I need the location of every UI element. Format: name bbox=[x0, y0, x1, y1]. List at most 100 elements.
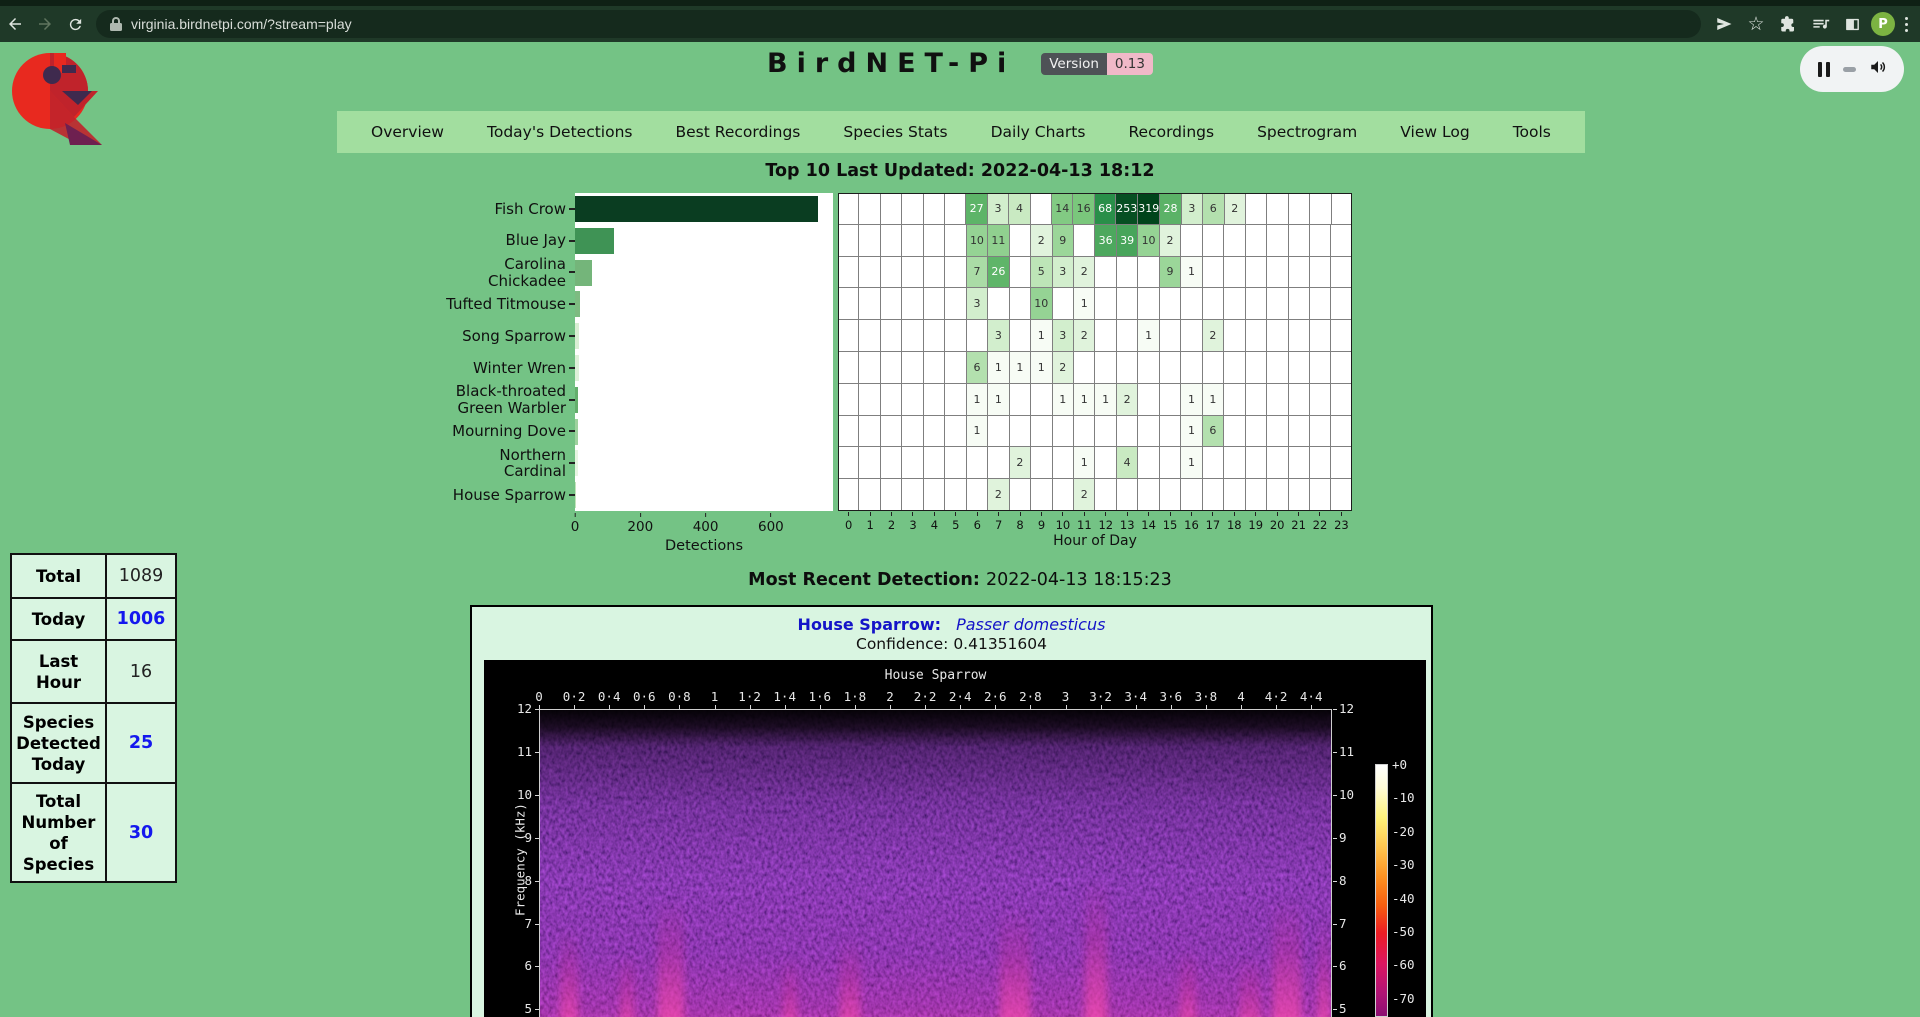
menu-item-tools[interactable]: Tools bbox=[1513, 123, 1551, 141]
heat-cell bbox=[1267, 447, 1288, 479]
detections-bar bbox=[575, 260, 592, 286]
extensions-icon[interactable] bbox=[1775, 9, 1801, 39]
hour-axis-tick: 8 bbox=[1009, 512, 1030, 532]
heat-cell bbox=[1289, 193, 1310, 225]
media-controls-icon[interactable] bbox=[1807, 9, 1833, 39]
url-bar[interactable]: virginia.birdnetpi.com/?stream=play bbox=[96, 10, 1701, 38]
hour-axis-tick: 14 bbox=[1138, 512, 1159, 532]
side-panel-icon[interactable] bbox=[1839, 9, 1865, 39]
heat-cell bbox=[1138, 352, 1159, 384]
stats-label: Species Detected Today bbox=[11, 703, 106, 783]
species-label: Mourning Dove bbox=[452, 423, 566, 440]
back-icon[interactable] bbox=[0, 9, 30, 39]
heat-cell bbox=[1331, 257, 1351, 289]
menu-item-view-log[interactable]: View Log bbox=[1400, 123, 1469, 141]
chart-row-winter-wren: Winter Wren61112 bbox=[437, 352, 1352, 384]
star-icon[interactable]: ☆ bbox=[1743, 9, 1769, 39]
hour-axis-tick: 23 bbox=[1331, 512, 1352, 532]
url-text: virginia.birdnetpi.com/?stream=play bbox=[131, 16, 352, 32]
freq-tick-label: 5 bbox=[1339, 1001, 1375, 1016]
menu-item-species-stats[interactable]: Species Stats bbox=[843, 123, 947, 141]
species-label: Blue Jay bbox=[506, 232, 566, 249]
detections-bar bbox=[575, 419, 578, 445]
heat-cell bbox=[1203, 352, 1224, 384]
heat-cell bbox=[1267, 257, 1288, 289]
heat-cell: 1 bbox=[1203, 384, 1224, 416]
heat-cell bbox=[902, 447, 923, 479]
chart-row-fish-crow: Fish Crow273414166825331928362 bbox=[437, 193, 1352, 225]
menu-item-today-s-detections[interactable]: Today's Detections bbox=[487, 123, 632, 141]
profile-avatar[interactable]: P bbox=[1871, 12, 1895, 36]
heat-cell bbox=[1117, 257, 1138, 289]
heat-cell: 1 bbox=[988, 352, 1009, 384]
forward-icon[interactable] bbox=[30, 9, 60, 39]
heat-cell: 1 bbox=[1074, 288, 1095, 320]
hour-axis-tick: 16 bbox=[1181, 512, 1202, 532]
detection-scientific-name[interactable]: Passer domesticus bbox=[956, 615, 1105, 634]
heat-cell bbox=[1310, 257, 1331, 289]
heat-cell bbox=[1224, 384, 1245, 416]
heat-cell: 27 bbox=[966, 193, 987, 225]
heat-cell bbox=[967, 447, 988, 479]
heat-cell bbox=[1160, 288, 1181, 320]
detections-bar bbox=[575, 291, 580, 317]
hour-axis-tick: 17 bbox=[1202, 512, 1223, 532]
heat-cell bbox=[1138, 447, 1159, 479]
top10-chart: Fish Crow273414166825331928362Blue Jay10… bbox=[437, 193, 1352, 511]
heat-cell bbox=[1246, 193, 1267, 225]
bar-chart-x-axis-label: Detections bbox=[575, 538, 833, 554]
heat-cell: 1 bbox=[1031, 352, 1052, 384]
heat-cell bbox=[1095, 320, 1116, 352]
version-label: Version bbox=[1041, 53, 1107, 75]
chart-row-northern-cardinal: Northern Cardinal2141 bbox=[437, 447, 1352, 479]
heat-cell bbox=[1203, 447, 1224, 479]
confidence-value: 0.41351604 bbox=[953, 635, 1047, 653]
freq-tick-label: 9 bbox=[1339, 830, 1375, 845]
time-tick-label: 4·2 bbox=[1265, 689, 1288, 704]
stats-value[interactable]: 1006 bbox=[106, 598, 176, 640]
stats-value[interactable]: 30 bbox=[106, 783, 176, 882]
heat-cell bbox=[1310, 193, 1331, 225]
heat-cell bbox=[1095, 447, 1116, 479]
menu-item-spectrogram[interactable]: Spectrogram bbox=[1257, 123, 1357, 141]
bar-axis-tick: 400 bbox=[693, 513, 719, 535]
heat-cell bbox=[988, 288, 1009, 320]
heat-cell: 3 bbox=[967, 288, 988, 320]
menu-item-daily-charts[interactable]: Daily Charts bbox=[991, 123, 1086, 141]
stats-value: 16 bbox=[106, 640, 176, 703]
heat-cell bbox=[1053, 416, 1074, 448]
heat-cell bbox=[881, 416, 902, 448]
heat-cell bbox=[1246, 257, 1267, 289]
menu-item-best-recordings[interactable]: Best Recordings bbox=[676, 123, 801, 141]
time-tick-label: 0·2 bbox=[563, 689, 586, 704]
heat-cell: 39 bbox=[1117, 225, 1138, 257]
stats-table: Total1089Today1006Last Hour16Species Det… bbox=[10, 553, 177, 883]
stats-value[interactable]: 25 bbox=[106, 703, 176, 783]
heat-cell bbox=[924, 288, 945, 320]
heat-cell bbox=[924, 225, 945, 257]
chart-row-house-sparrow: House Sparrow22 bbox=[437, 479, 1352, 511]
time-tick-label: 1 bbox=[711, 689, 719, 704]
heat-cell bbox=[988, 447, 1009, 479]
menu-item-recordings[interactable]: Recordings bbox=[1128, 123, 1214, 141]
hour-axis-tick: 5 bbox=[945, 512, 966, 532]
hour-axis-tick: 0 bbox=[838, 512, 859, 532]
birdnet-pi-page: virginia.birdnetpi.com/?stream=play ☆ P bbox=[0, 0, 1920, 1017]
species-label: House Sparrow bbox=[453, 487, 566, 504]
heat-cell bbox=[1053, 447, 1074, 479]
time-tick-label: 3·8 bbox=[1195, 689, 1218, 704]
heat-cell bbox=[1267, 193, 1288, 225]
page-title: BirdNET-Pi bbox=[767, 48, 1015, 79]
detection-species-link[interactable]: House Sparrow: bbox=[798, 615, 941, 634]
heat-cell bbox=[1310, 320, 1331, 352]
menu-item-overview[interactable]: Overview bbox=[371, 123, 444, 141]
heat-cell bbox=[1331, 352, 1351, 384]
hour-axis-tick: 3 bbox=[902, 512, 923, 532]
reload-icon[interactable] bbox=[60, 9, 90, 39]
menu-icon[interactable] bbox=[1901, 13, 1912, 36]
detections-bar bbox=[575, 323, 579, 349]
heat-cell bbox=[1010, 320, 1031, 352]
heat-cell bbox=[902, 416, 923, 448]
heat-cell bbox=[967, 320, 988, 352]
send-icon[interactable] bbox=[1711, 9, 1737, 39]
